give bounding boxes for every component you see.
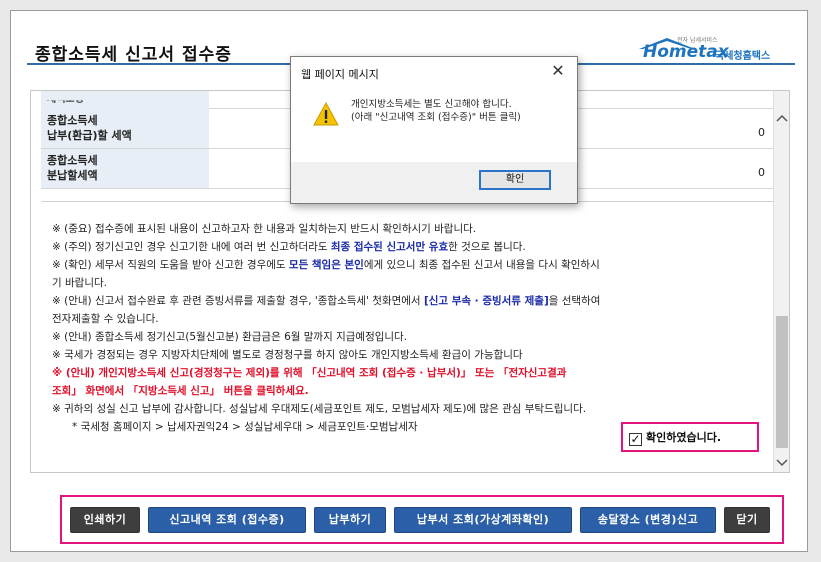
row-label-line1: 종합소득세 [47, 154, 98, 167]
row-label-line1: 종합소득세 [47, 114, 98, 127]
notice-text: ※ (확인) 세무서 직원의 도움을 받아 신고한 경우에도 [52, 259, 289, 271]
confirm-checkbox-area[interactable]: ✓ 확인하였습니다. [621, 422, 759, 452]
notice-emphasis: 모든 책임은 본인 [288, 259, 364, 271]
notice-confirm: ※ (확인) 세무서 직원의 도움을 받아 신고한 경우에도 모든 책임은 본인… [52, 256, 774, 274]
notice-documents-cont: 전자제출할 수 있습니다. [52, 313, 159, 325]
notice-text: 한 것으로 봅니다. [448, 241, 526, 253]
print-button[interactable]: 인쇄하기 [70, 507, 140, 533]
row-label-line2: 납부(환급)할 세액 [47, 129, 132, 142]
scroll-up-icon[interactable] [774, 109, 789, 127]
dialog-footer: 확인 [291, 162, 577, 203]
row-value: 0 [758, 126, 765, 139]
confirm-checkbox[interactable]: ✓ [629, 433, 642, 446]
scroll-down-icon[interactable] [774, 454, 789, 472]
dialog-ok-button[interactable]: 확인 [479, 170, 551, 190]
hometax-logo: 전자 납세서비스 Hometax 국세청홈택스 [637, 37, 787, 65]
notice-refund: ※ (안내) 종합소득세 정기신고(5월신고분) 환급금은 6월 말까지 지급예… [52, 331, 408, 343]
notice-documents: ※ (안내) 신고서 접수완료 후 관련 증빙서류를 제출할 경우, '종합소득… [52, 292, 774, 310]
page-title: 종합소득세 신고서 접수증 [35, 45, 232, 65]
table-header-cell: 종합소득세 분납할세액 [41, 149, 209, 188]
notice-confirm-cont: 기 바랍니다. [52, 277, 107, 289]
notice-caution: ※ (주의) 정기신고인 경우 신고기한 내에 여러 번 신고하더라도 최종 접… [52, 238, 774, 256]
scrollbar-thumb[interactable] [776, 316, 788, 448]
notice-text: 을 선택하여 [548, 295, 601, 307]
confirm-label: 확인하였습니다. [646, 431, 722, 444]
row-label-line2: 분납할세액 [47, 169, 98, 182]
action-button-bar: 인쇄하기 신고내역 조회 (접수증) 납부하기 납부서 조회(가상계좌확인) 송… [60, 495, 784, 544]
address-change-button[interactable]: 송달장소 (변경)신고 [580, 507, 716, 533]
row-value: 0 [758, 166, 765, 179]
table-header-cell: 종합소득세 납부(환급)할 세액 [41, 109, 209, 148]
notice-important: ※ (중요) 접수증에 표시된 내용이 신고하고자 한 내용과 일치하는지 반드… [52, 223, 477, 235]
notice-text: 에게 있으니 최종 접수된 신고서 내용을 다시 확인하시 [363, 259, 600, 271]
dialog-message: 개인지방소득세는 별도 신고해야 합니다. (아래 "신고내역 조회 (접수증)… [351, 98, 521, 124]
history-button[interactable]: 신고내역 조회 (접수증) [148, 507, 306, 533]
notice-emphasis: 최종 접수된 신고서만 유효 [330, 241, 449, 253]
notice-emphasis: [신고 부속 · 증빙서류 제출] [423, 295, 549, 307]
partial-row-label: 세액조정 [47, 94, 84, 105]
pay-button[interactable]: 납부하기 [314, 507, 386, 533]
message-dialog: 웹 페이지 메시지 ✕ 개인지방소득세는 별도 신고해야 합니다. (아래 "신… [290, 56, 578, 204]
notice-text: ※ (주의) 정기신고인 경우 신고기한 내에 여러 번 신고하더라도 [52, 241, 331, 253]
logo-subtitle: 국세청홈택스 [715, 51, 771, 62]
dialog-line: 개인지방소득세는 별도 신고해야 합니다. [351, 99, 512, 110]
warning-icon [313, 102, 339, 126]
bill-inquiry-button[interactable]: 납부서 조회(가상계좌확인) [394, 507, 572, 533]
notice-correction: ※ 국세가 경정되는 경우 지방자치단체에 별도로 경정청구를 하지 않아도 개… [52, 349, 523, 361]
notice-local-tax-cont: 조회」 화면에서 「지방소득세 신고」 버튼을 클릭하세요. [52, 385, 309, 397]
table-header-cell: 세액조정 [41, 91, 209, 109]
dialog-title: 웹 페이지 메시지 [301, 68, 379, 81]
close-button[interactable]: 닫기 [724, 507, 770, 533]
notice-local-tax: ※ (안내) 개인지방소득세 신고(경정청구는 제외)를 위해 「신고내역 조회… [52, 367, 567, 379]
dialog-body: 개인지방소득세는 별도 신고해야 합니다. (아래 "신고내역 조회 (접수증)… [291, 90, 577, 162]
close-icon[interactable]: ✕ [549, 61, 567, 81]
dialog-line: (아래 "신고내역 조회 (접수증)" 버튼 클릭) [351, 112, 521, 123]
notice-text: ※ (안내) 신고서 접수완료 후 관련 증빙서류를 제출할 경우, '종합소득… [52, 295, 424, 307]
notice-thanks: ※ 귀하의 성실 신고 납부에 감사합니다. 성실납세 우대제도(세금포인트 제… [52, 403, 587, 415]
vertical-scrollbar[interactable] [773, 91, 789, 472]
